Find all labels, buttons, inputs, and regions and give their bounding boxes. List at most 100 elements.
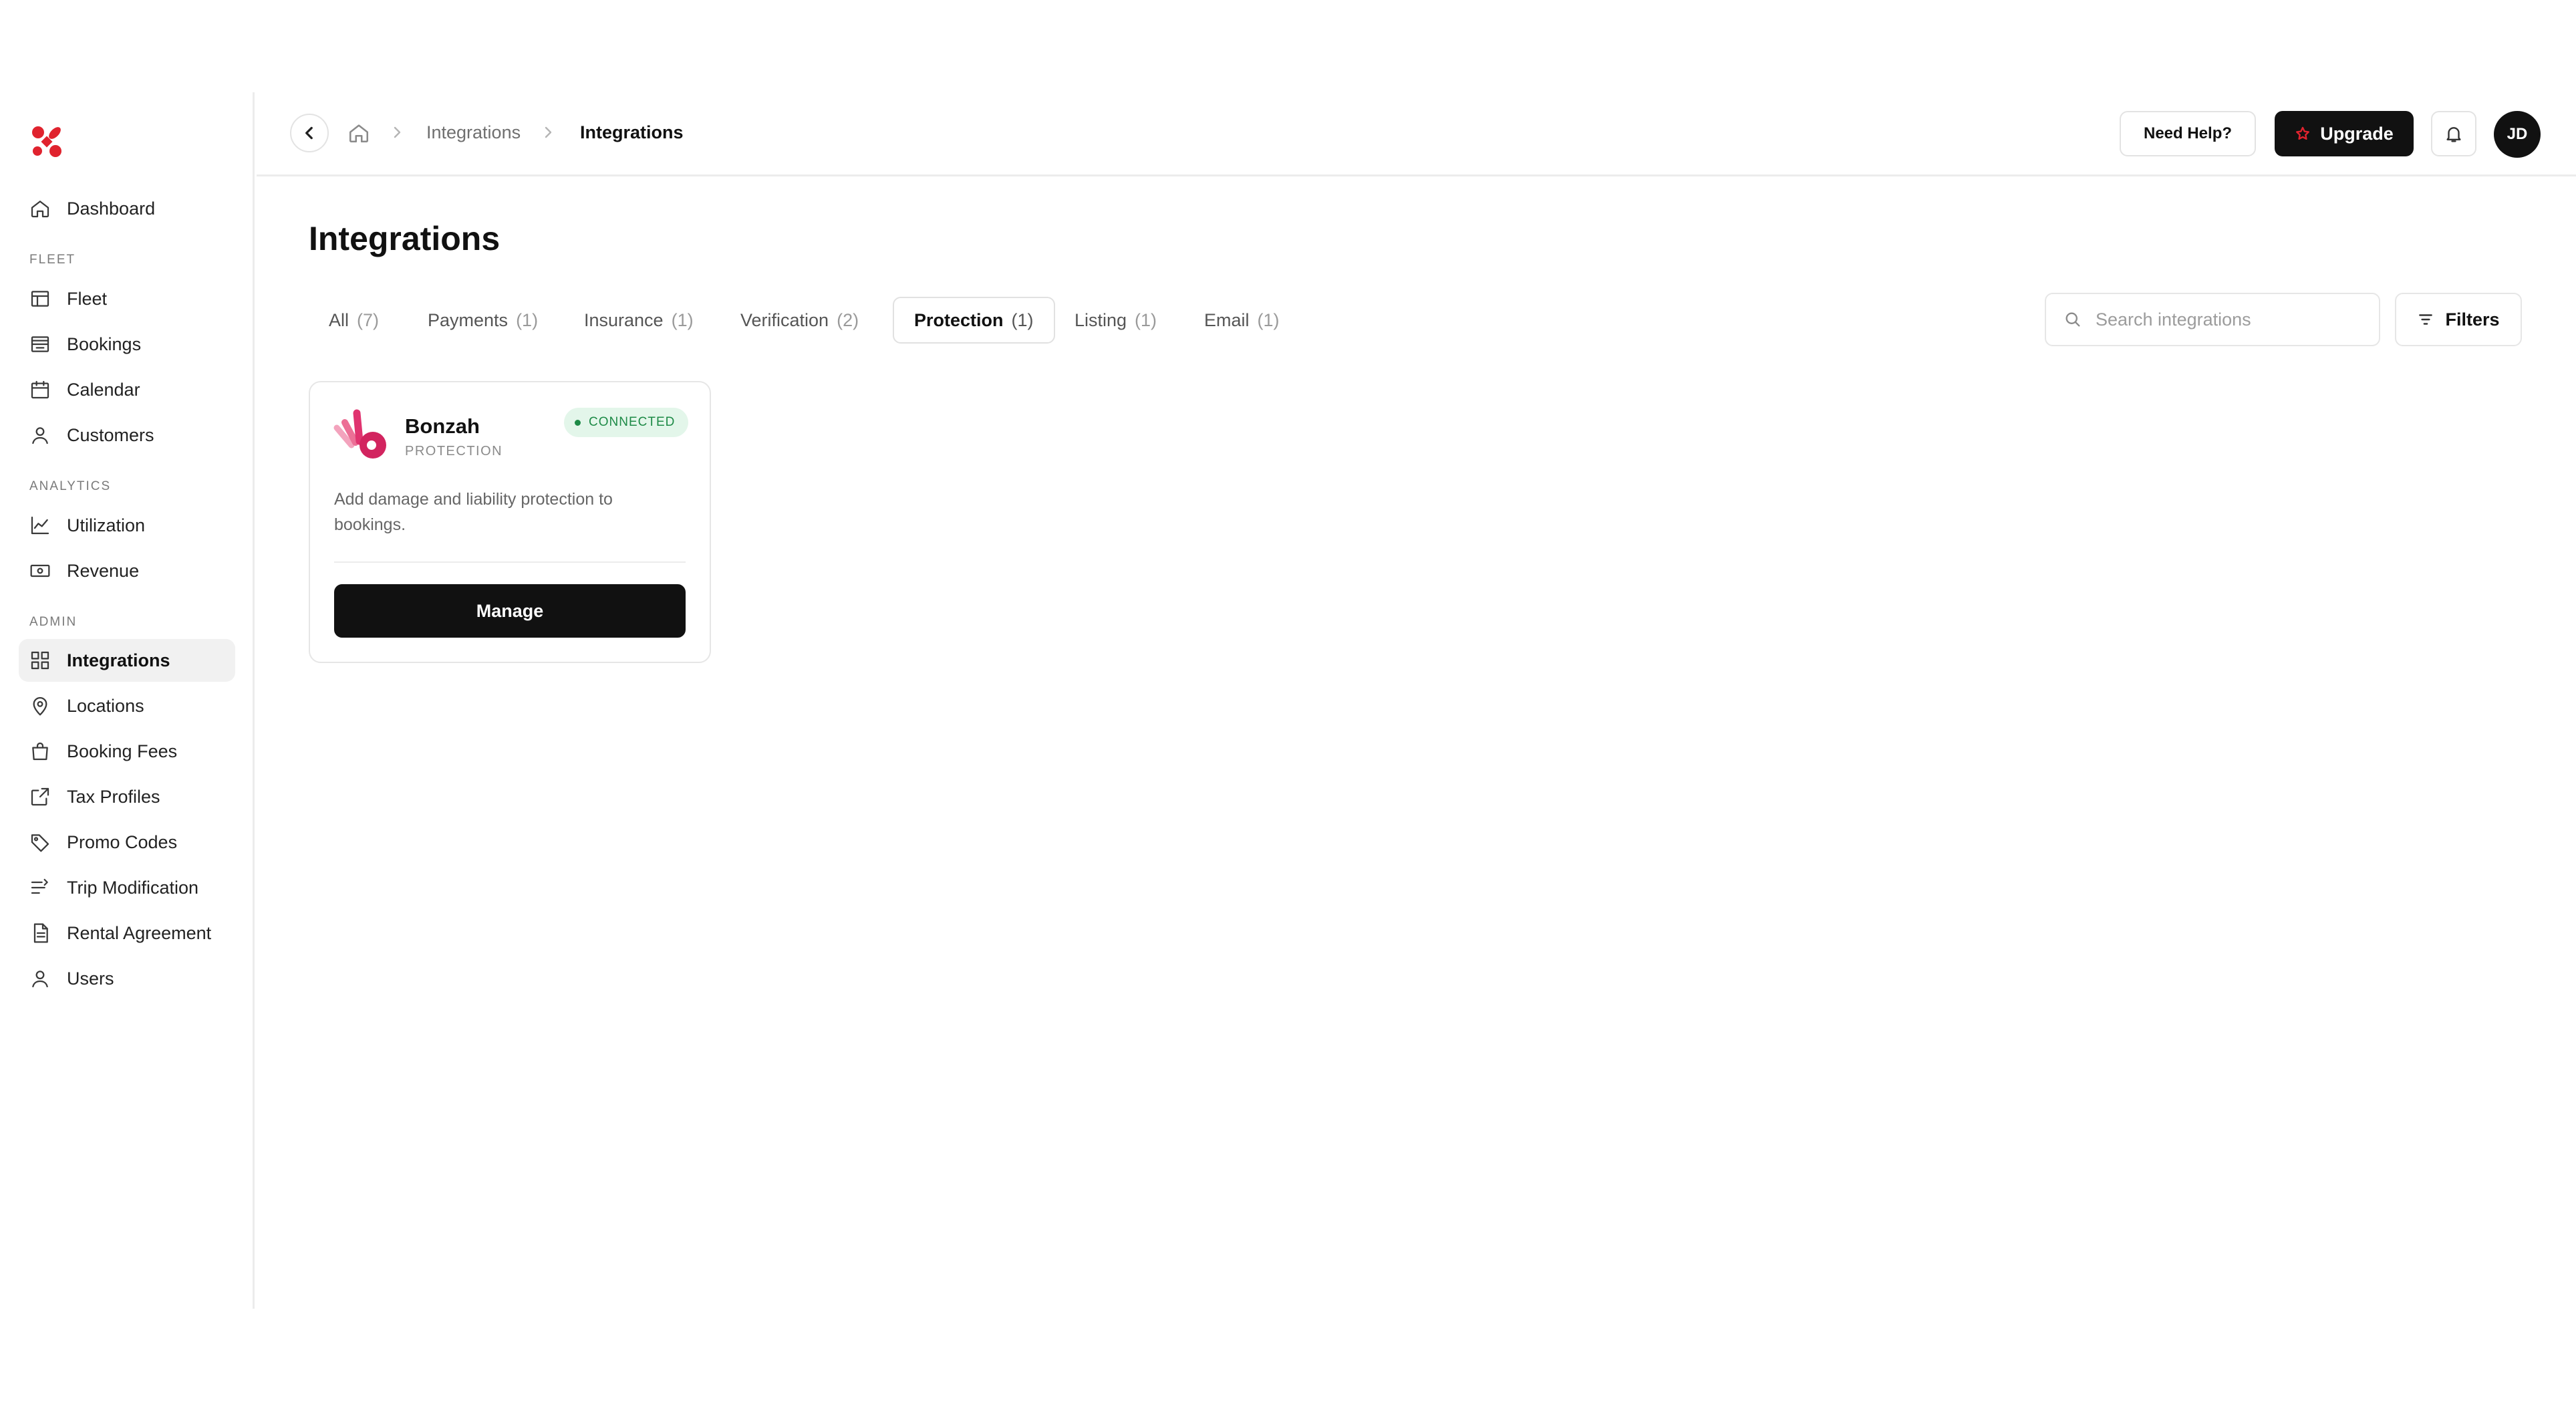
sidebar-item-label: Bookings — [67, 334, 142, 354]
breadcrumb-current: Integrations — [580, 122, 684, 142]
search-icon — [2063, 310, 2082, 329]
chevron-right-icon — [390, 123, 405, 142]
sidebar-item-bookings[interactable]: Bookings — [19, 323, 235, 366]
sidebar-item-label: Dashboard — [67, 198, 156, 219]
sidebar-item-label: Tax Profiles — [67, 786, 160, 807]
sidebar: Dashboard FLEET Fleet Bookings Calendar … — [0, 92, 255, 1309]
sidebar-item-calendar[interactable]: Calendar — [19, 368, 235, 411]
sidebar-item-rental-agreement[interactable]: Rental Agreement — [19, 912, 235, 954]
tab-verification[interactable]: Verification (2) — [720, 297, 879, 344]
tab-label: Listing — [1075, 309, 1127, 330]
tab-label: Email — [1204, 309, 1250, 330]
tab-count: (2) — [837, 309, 859, 330]
bonzah-logo — [333, 406, 393, 463]
sidebar-item-utilization[interactable]: Utilization — [19, 504, 235, 547]
filters-button[interactable]: Filters — [2395, 293, 2522, 346]
banknote-icon — [29, 560, 51, 582]
tab-listing[interactable]: Listing (1) — [1054, 297, 1177, 344]
tab-protection[interactable]: Protection (1) — [893, 297, 1055, 344]
top-bar: Integrations Integrations Need Help? Upg… — [257, 92, 2576, 176]
sidebar-item-label: Users — [67, 968, 114, 989]
sidebar-item-label: Revenue — [67, 560, 140, 581]
integration-card-bonzah: Bonzah PROTECTION CONNECTED Add damage a… — [309, 381, 711, 663]
tab-label: Payments — [428, 309, 509, 330]
breadcrumb-integrations-link[interactable]: Integrations — [426, 122, 521, 143]
sidebar-item-integrations[interactable]: Integrations — [19, 639, 235, 682]
tab-insurance[interactable]: Insurance (1) — [564, 297, 714, 344]
manage-button[interactable]: Manage — [334, 584, 686, 638]
section-label-admin: ADMIN — [29, 615, 78, 629]
sidebar-item-label: Booking Fees — [67, 741, 178, 761]
filter-icon — [2417, 311, 2434, 328]
user-icon — [29, 424, 51, 446]
need-help-button[interactable]: Need Help? — [2120, 111, 2256, 156]
sidebar-item-locations[interactable]: Locations — [19, 684, 235, 727]
bell-icon — [2446, 127, 2461, 142]
home-icon — [29, 198, 51, 219]
tab-email[interactable]: Email (1) — [1184, 297, 1300, 344]
card-divider — [334, 561, 686, 563]
tab-count: (1) — [1011, 309, 1034, 330]
avatar[interactable]: JD — [2494, 111, 2541, 158]
status-dot-icon — [575, 419, 581, 426]
sidebar-item-label: Promo Codes — [67, 831, 178, 852]
integration-description: Add damage and liability protection to b… — [334, 490, 613, 534]
tab-count: (1) — [1135, 309, 1157, 330]
status-text: CONNECTED — [589, 415, 676, 429]
section-label-fleet: FLEET — [29, 253, 76, 267]
notifications-button[interactable] — [2431, 111, 2476, 156]
table-icon — [29, 288, 51, 309]
sidebar-item-fleet[interactable]: Fleet — [19, 277, 235, 320]
integration-category: PROTECTION — [405, 444, 503, 459]
integration-name: Bonzah — [405, 414, 480, 438]
tag-icon — [29, 831, 51, 853]
upgrade-label: Upgrade — [2320, 123, 2394, 144]
filters-label: Filters — [2445, 309, 2500, 330]
sidebar-item-label: Customers — [67, 424, 154, 445]
bookings-icon — [29, 334, 51, 355]
tab-label: All — [329, 309, 349, 330]
shopping-bag-icon — [29, 741, 51, 762]
calendar-icon — [29, 379, 51, 400]
sidebar-item-label: Integrations — [67, 650, 170, 670]
back-button[interactable] — [290, 114, 329, 152]
sidebar-item-label: Fleet — [67, 288, 108, 309]
page-title: Integrations — [309, 220, 500, 257]
sidebar-item-label: Utilization — [67, 515, 146, 535]
sidebar-item-dashboard[interactable]: Dashboard — [19, 187, 235, 230]
sidebar-item-label: Rental Agreement — [67, 922, 212, 943]
search-box — [2045, 293, 2380, 346]
tab-all[interactable]: All (7) — [309, 297, 399, 344]
search-input[interactable] — [2096, 309, 2363, 330]
chevron-left-icon — [305, 126, 313, 140]
sidebar-item-label: Calendar — [67, 379, 140, 400]
sidebar-item-label: Trip Modification — [67, 877, 199, 898]
section-label-analytics: ANALYTICS — [29, 479, 112, 493]
tab-label: Protection — [914, 309, 1004, 330]
tab-count: (1) — [516, 309, 539, 330]
tab-payments[interactable]: Payments (1) — [408, 297, 558, 344]
sidebar-item-trip-modification[interactable]: Trip Modification — [19, 866, 235, 909]
tab-count: (1) — [671, 309, 694, 330]
sidebar-item-tax-profiles[interactable]: Tax Profiles — [19, 775, 235, 818]
star-icon — [2295, 126, 2311, 142]
sidebar-item-users[interactable]: Users — [19, 957, 235, 1000]
sidebar-item-customers[interactable]: Customers — [19, 414, 235, 457]
sidebar-item-revenue[interactable]: Revenue — [19, 549, 235, 592]
upgrade-button[interactable]: Upgrade — [2275, 111, 2414, 156]
status-badge: CONNECTED — [564, 408, 689, 437]
map-pin-icon — [29, 695, 51, 717]
sidebar-item-booking-fees[interactable]: Booking Fees — [19, 730, 235, 773]
app-logo[interactable] — [29, 124, 64, 159]
sidebar-item-label: Locations — [67, 695, 144, 716]
tab-label: Insurance — [584, 309, 664, 330]
home-icon[interactable] — [347, 122, 370, 144]
list-arrow-icon — [29, 877, 51, 898]
tab-label: Verification — [740, 309, 829, 330]
sidebar-item-promo-codes[interactable]: Promo Codes — [19, 821, 235, 864]
grid-icon — [29, 650, 51, 671]
user-icon — [29, 968, 51, 989]
chevron-right-icon — [541, 123, 556, 142]
external-link-icon — [29, 786, 51, 807]
tab-count: (1) — [1257, 309, 1280, 330]
